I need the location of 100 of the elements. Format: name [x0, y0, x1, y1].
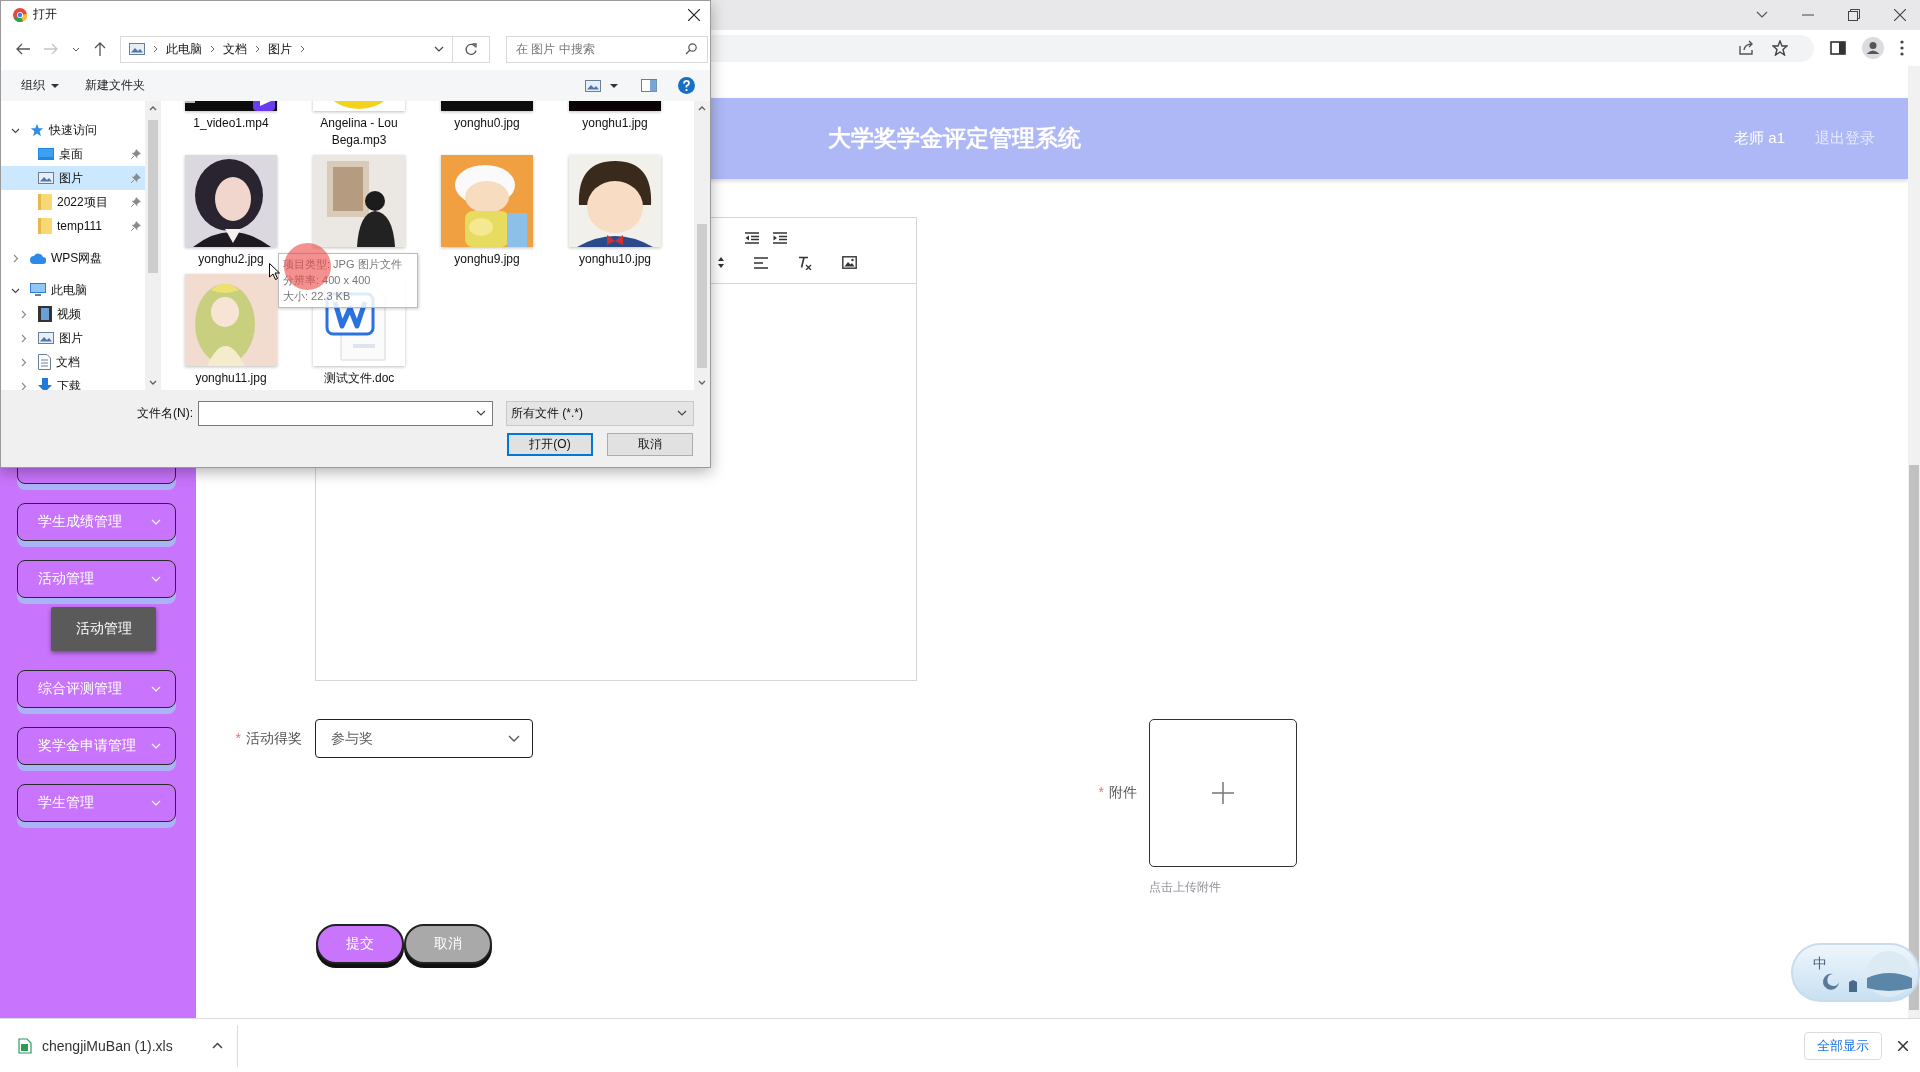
file-name-field[interactable] — [198, 400, 493, 426]
chevron-down-icon[interactable] — [434, 46, 444, 52]
pictures-folder-icon — [38, 172, 54, 184]
history-caret-icon[interactable] — [72, 46, 80, 52]
path-bar[interactable]: 此电脑 文档 图片 — [120, 35, 453, 63]
open-button[interactable]: 打开(O) — [507, 433, 593, 456]
star-icon — [30, 123, 44, 137]
caret-down-icon — [51, 83, 59, 88]
file-name[interactable]: yonghu10.jpg — [578, 251, 652, 268]
preview-pane-icon[interactable] — [641, 79, 657, 92]
nav-item[interactable]: 2022项目 — [1, 190, 145, 214]
cloud-icon — [30, 252, 46, 264]
indent-icon[interactable] — [773, 231, 787, 244]
scroll-down-icon[interactable] — [698, 380, 706, 385]
tab-search-icon[interactable] — [1756, 11, 1768, 19]
upload-hint: 点击上传附件 — [1149, 879, 1222, 896]
chevron-right-icon[interactable] — [300, 45, 305, 53]
chevron-right-icon[interactable] — [210, 45, 215, 53]
pin-icon[interactable] — [131, 173, 141, 183]
download-item[interactable]: chengjiMuBan (1).xls — [14, 1037, 223, 1054]
pin-icon[interactable] — [131, 149, 141, 159]
breadcrumb-item[interactable]: 文档 — [223, 40, 247, 58]
breadcrumb-item[interactable]: 图片 — [268, 40, 292, 58]
chevron-down-icon — [677, 410, 687, 416]
caret-down-icon[interactable] — [610, 83, 618, 88]
award-select[interactable]: 参与奖 — [315, 719, 533, 758]
sort-caret-icon[interactable] — [718, 257, 724, 268]
app-title: 大学奖学金评定管理系统 — [827, 124, 1081, 153]
chevron-down-icon — [151, 686, 161, 692]
help-icon[interactable] — [678, 77, 695, 94]
cancel-button[interactable]: 取消 — [607, 433, 693, 456]
refresh-button[interactable] — [453, 35, 490, 63]
nav-item[interactable]: 图片 — [1, 326, 145, 350]
submenu-item[interactable]: 活动管理 — [51, 607, 156, 651]
chevron-down-icon — [151, 800, 161, 806]
pictures-folder-icon — [129, 43, 145, 55]
new-folder-button[interactable]: 新建文件夹 — [79, 74, 151, 97]
view-options-icon[interactable] — [585, 79, 601, 92]
file-name-label: 文件名(N): — [136, 404, 193, 422]
download-icon — [38, 378, 52, 390]
profile-icon[interactable] — [1862, 37, 1884, 59]
menu-icon[interactable] — [1900, 40, 1904, 56]
refresh-icon — [465, 42, 477, 56]
nav-item[interactable]: temp111 — [1, 214, 145, 238]
scrollbar[interactable] — [145, 101, 161, 390]
computer-icon — [30, 283, 46, 297]
nav-item[interactable]: 图片 — [1, 166, 145, 190]
file-name[interactable]: 1_video1.mp4 — [193, 115, 269, 132]
show-all-button[interactable]: 全部显示 — [1804, 1031, 1882, 1060]
scrollbar[interactable] — [694, 101, 710, 390]
up-arrow-icon[interactable] — [94, 42, 106, 56]
align-left-icon[interactable] — [754, 256, 768, 269]
close-icon[interactable] — [1894, 9, 1906, 21]
star-icon[interactable] — [1772, 40, 1788, 56]
caret-up-icon[interactable] — [212, 1042, 223, 1049]
nav-item[interactable]: WPS网盘 — [1, 246, 145, 270]
chevron-down-icon — [151, 519, 161, 525]
ime-toggle[interactable]: 中 — [1791, 943, 1920, 1002]
spreadsheet-file-icon — [18, 1037, 32, 1054]
file-name[interactable]: 测试文件.doc — [323, 370, 395, 387]
scroll-up-icon[interactable] — [698, 106, 706, 111]
file-name[interactable]: Angelina - Lou Bega.mp3 — [307, 115, 411, 149]
nav-item[interactable]: 此电脑 — [1, 278, 145, 302]
outdent-icon[interactable] — [745, 231, 759, 244]
close-icon[interactable] — [688, 8, 700, 21]
clear-format-icon[interactable] — [798, 255, 812, 270]
search-field[interactable]: 在 图片 中搜索 — [506, 35, 708, 63]
nav-item[interactable]: 快速访问 — [1, 118, 145, 142]
scrollbar[interactable] — [1908, 66, 1920, 1018]
search-icon — [685, 43, 697, 55]
file-name[interactable]: yonghu1.jpg — [582, 115, 648, 132]
nav-item[interactable]: 桌面 — [1, 142, 145, 166]
folder-icon — [38, 218, 52, 234]
close-icon[interactable] — [1898, 1040, 1908, 1051]
back-arrow-icon[interactable] — [16, 43, 30, 55]
image-icon[interactable] — [842, 256, 857, 269]
upload-box[interactable] — [1149, 719, 1297, 867]
chevron-down-icon — [151, 576, 161, 582]
chevron-right-icon[interactable] — [153, 45, 158, 53]
pin-icon[interactable] — [131, 197, 141, 207]
scroll-down-icon[interactable] — [149, 380, 157, 385]
nav-item[interactable]: 文档 — [1, 350, 145, 374]
nav-item[interactable]: 视频 — [1, 302, 145, 326]
pin-icon[interactable] — [131, 221, 141, 231]
attachment-label: * 附件 — [1097, 784, 1137, 802]
chevron-right-icon[interactable] — [255, 45, 260, 53]
file-name[interactable]: yonghu11.jpg — [195, 370, 267, 387]
side-panel-icon[interactable] — [1830, 40, 1846, 56]
chevron-down-icon — [476, 410, 486, 416]
pictures-folder-icon — [38, 332, 54, 344]
breadcrumb-item[interactable]: 此电脑 — [166, 40, 202, 58]
file-name[interactable]: yonghu0.jpg — [454, 115, 520, 132]
document-icon — [38, 354, 51, 370]
file-type-select[interactable]: 所有文件 (*.*) — [506, 400, 694, 426]
scroll-up-icon[interactable] — [149, 106, 157, 111]
share-icon[interactable] — [1738, 40, 1754, 56]
organize-menu[interactable]: 组织 — [15, 74, 65, 97]
file-name[interactable]: yonghu9.jpg — [454, 251, 520, 268]
restore-icon[interactable] — [1848, 9, 1860, 21]
file-name[interactable]: yonghu2.jpg — [198, 251, 264, 268]
